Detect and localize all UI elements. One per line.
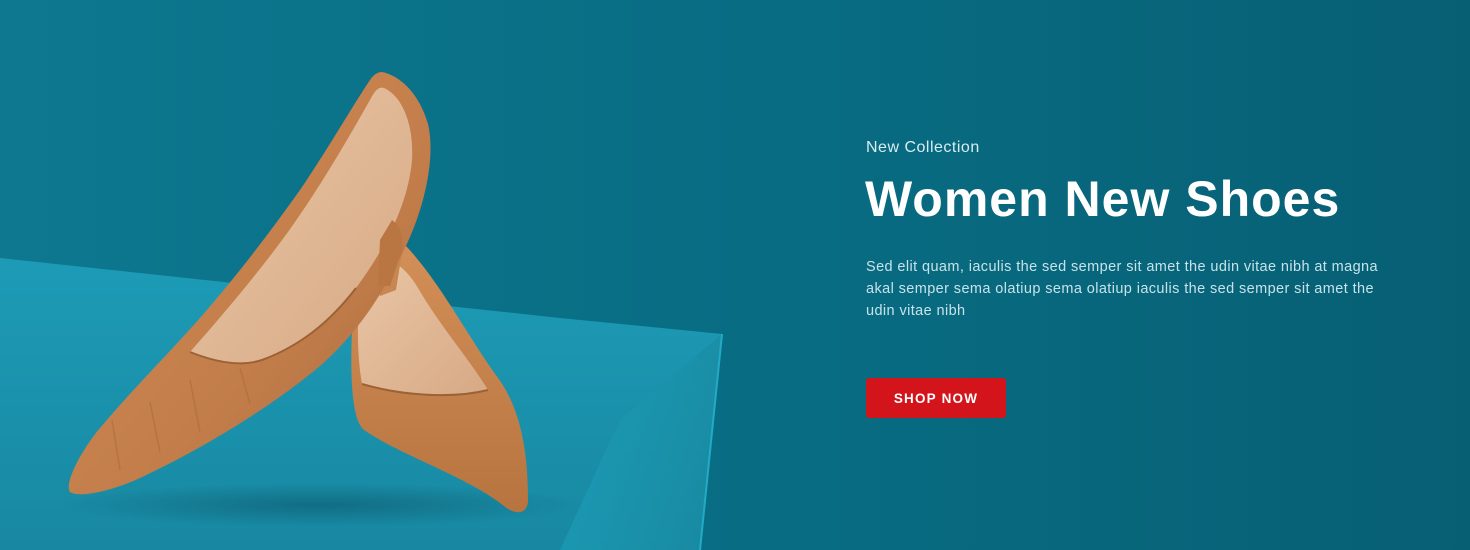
shop-now-button[interactable]: SHOP NOW xyxy=(866,378,1006,418)
hero-banner: New Collection Women New Shoes Sed elit … xyxy=(0,0,1470,550)
collection-eyebrow: New Collection xyxy=(866,139,980,156)
hero-headline: Women New Shoes xyxy=(865,171,1341,227)
hero-content: New Collection Women New Shoes Sed elit … xyxy=(865,138,1406,418)
hero-description: Sed elit quam, iaculis the sed semper si… xyxy=(866,259,1378,319)
